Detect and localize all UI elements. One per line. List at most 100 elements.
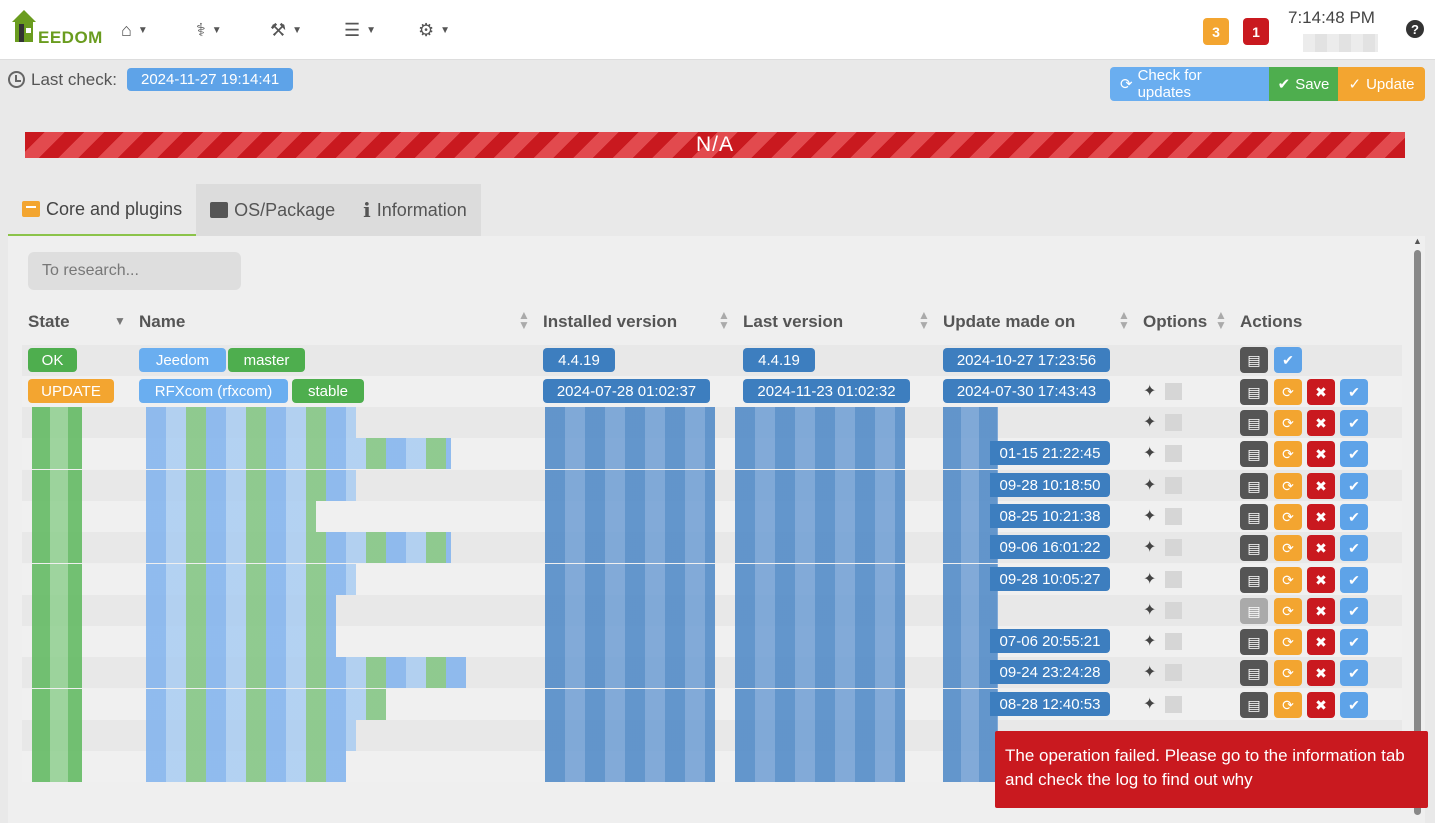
update-check-button[interactable]: ✔: [1340, 629, 1368, 655]
option-checkbox[interactable]: [1165, 508, 1182, 525]
scroll-up-icon[interactable]: ▲: [1413, 236, 1422, 246]
tasks-menu[interactable]: ☰ ▼: [344, 18, 376, 42]
jeedom-logo[interactable]: EEDOM: [8, 6, 102, 50]
option-checkbox[interactable]: [1165, 414, 1182, 431]
log-button[interactable]: ▤: [1240, 535, 1268, 561]
log-button[interactable]: ▤: [1240, 347, 1268, 373]
magic-icon[interactable]: ✦: [1143, 475, 1161, 494]
option-checkbox[interactable]: [1165, 602, 1182, 619]
header-state[interactable]: State: [28, 312, 70, 332]
update-check-button[interactable]: ✔: [1340, 535, 1368, 561]
log-button[interactable]: ▤: [1240, 410, 1268, 436]
delete-button[interactable]: ✖: [1307, 598, 1335, 624]
info-icon: i: [363, 198, 371, 222]
tab-os-package[interactable]: OS/Package: [196, 184, 350, 236]
tab-core-and-plugins[interactable]: Core and plugins: [8, 184, 197, 236]
magic-icon[interactable]: ✦: [1143, 537, 1161, 556]
log-button[interactable]: ▤: [1240, 473, 1268, 499]
home-menu[interactable]: ⌂ ▼: [121, 18, 148, 42]
update-check-button[interactable]: ✔: [1340, 504, 1368, 530]
delete-button[interactable]: ✖: [1307, 441, 1335, 467]
sort-icon[interactable]: ▲ ▼: [1118, 309, 1130, 331]
magic-icon[interactable]: ✦: [1143, 506, 1161, 525]
tab-information[interactable]: i Information: [349, 184, 481, 236]
message-count-badge[interactable]: 3: [1203, 18, 1229, 45]
delete-button[interactable]: ✖: [1307, 692, 1335, 718]
log-button[interactable]: ▤: [1240, 379, 1268, 405]
sort-icon[interactable]: ▲ ▼: [718, 309, 730, 331]
help-icon[interactable]: ?: [1406, 20, 1424, 38]
update-check-button[interactable]: ✔: [1340, 441, 1368, 467]
header-update-made-on[interactable]: Update made on: [943, 312, 1075, 332]
update-check-button[interactable]: ✔: [1340, 410, 1368, 436]
update-check-button[interactable]: ✔: [1340, 473, 1368, 499]
option-checkbox[interactable]: [1165, 445, 1182, 462]
header-last-version[interactable]: Last version: [743, 312, 843, 332]
sort-icon[interactable]: ▲ ▼: [918, 309, 930, 331]
delete-button[interactable]: ✖: [1307, 660, 1335, 686]
delete-button[interactable]: ✖: [1307, 504, 1335, 530]
magic-icon[interactable]: ✦: [1143, 694, 1161, 713]
settings-menu[interactable]: ⚙ ▼: [418, 18, 450, 42]
update-check-button[interactable]: ✔: [1340, 567, 1368, 593]
reinstall-button[interactable]: ⟳: [1274, 379, 1302, 405]
log-button[interactable]: ▤: [1240, 598, 1268, 624]
update-check-button[interactable]: ✔: [1340, 660, 1368, 686]
delete-button[interactable]: ✖: [1307, 567, 1335, 593]
update-check-button[interactable]: ✔: [1274, 347, 1302, 373]
save-button[interactable]: ✔ Save: [1269, 67, 1338, 101]
option-checkbox[interactable]: [1165, 383, 1182, 400]
log-button[interactable]: ▤: [1240, 567, 1268, 593]
option-checkbox[interactable]: [1165, 633, 1182, 650]
update-check-button[interactable]: ✔: [1340, 692, 1368, 718]
sort-icon[interactable]: ▲ ▼: [1215, 309, 1227, 331]
check-updates-button[interactable]: ⟳ Check for updates: [1110, 67, 1269, 101]
update-check-button[interactable]: ✔: [1340, 379, 1368, 405]
log-button[interactable]: ▤: [1240, 441, 1268, 467]
delete-button[interactable]: ✖: [1307, 535, 1335, 561]
magic-icon[interactable]: ✦: [1143, 631, 1161, 650]
log-button[interactable]: ▤: [1240, 504, 1268, 530]
blurred-name: [146, 438, 451, 469]
reinstall-button[interactable]: ⟳: [1274, 473, 1302, 499]
tools-menu[interactable]: ⚒ ▼: [270, 18, 302, 42]
magic-icon[interactable]: ✦: [1143, 412, 1161, 431]
header-installed-version[interactable]: Installed version: [543, 312, 677, 332]
search-input[interactable]: [28, 252, 241, 290]
magic-icon[interactable]: ✦: [1143, 600, 1161, 619]
header-name[interactable]: Name: [139, 312, 185, 332]
magic-icon[interactable]: ✦: [1143, 569, 1161, 588]
reinstall-button[interactable]: ⟳: [1274, 504, 1302, 530]
delete-button[interactable]: ✖: [1307, 410, 1335, 436]
reinstall-button[interactable]: ⟳: [1274, 441, 1302, 467]
update-check-button[interactable]: ✔: [1340, 598, 1368, 624]
option-checkbox[interactable]: [1165, 696, 1182, 713]
log-button[interactable]: ▤: [1240, 660, 1268, 686]
reinstall-button[interactable]: ⟳: [1274, 598, 1302, 624]
reinstall-button[interactable]: ⟳: [1274, 660, 1302, 686]
header-options[interactable]: Options: [1143, 312, 1207, 332]
delete-button[interactable]: ✖: [1307, 473, 1335, 499]
log-button[interactable]: ▤: [1240, 629, 1268, 655]
option-checkbox[interactable]: [1165, 477, 1182, 494]
delete-button[interactable]: ✖: [1307, 379, 1335, 405]
reinstall-button[interactable]: ⟳: [1274, 535, 1302, 561]
magic-icon[interactable]: ✦: [1143, 662, 1161, 681]
magic-icon[interactable]: ✦: [1143, 381, 1161, 400]
analysis-menu[interactable]: ⚕ ▼: [196, 18, 222, 42]
option-checkbox[interactable]: [1165, 571, 1182, 588]
log-button[interactable]: ▤: [1240, 692, 1268, 718]
sort-icon[interactable]: ▲ ▼: [518, 309, 530, 331]
delete-button[interactable]: ✖: [1307, 629, 1335, 655]
reinstall-button[interactable]: ⟳: [1274, 410, 1302, 436]
sort-desc-icon[interactable]: ▼: [114, 315, 126, 327]
option-checkbox[interactable]: [1165, 664, 1182, 681]
reinstall-button[interactable]: ⟳: [1274, 692, 1302, 718]
magic-icon[interactable]: ✦: [1143, 443, 1161, 462]
update-button[interactable]: ✓ Update: [1338, 67, 1425, 101]
error-toast[interactable]: The operation failed. Please go to the i…: [995, 731, 1428, 808]
alert-count-badge[interactable]: 1: [1243, 18, 1269, 45]
option-checkbox[interactable]: [1165, 539, 1182, 556]
reinstall-button[interactable]: ⟳: [1274, 629, 1302, 655]
reinstall-button[interactable]: ⟳: [1274, 567, 1302, 593]
